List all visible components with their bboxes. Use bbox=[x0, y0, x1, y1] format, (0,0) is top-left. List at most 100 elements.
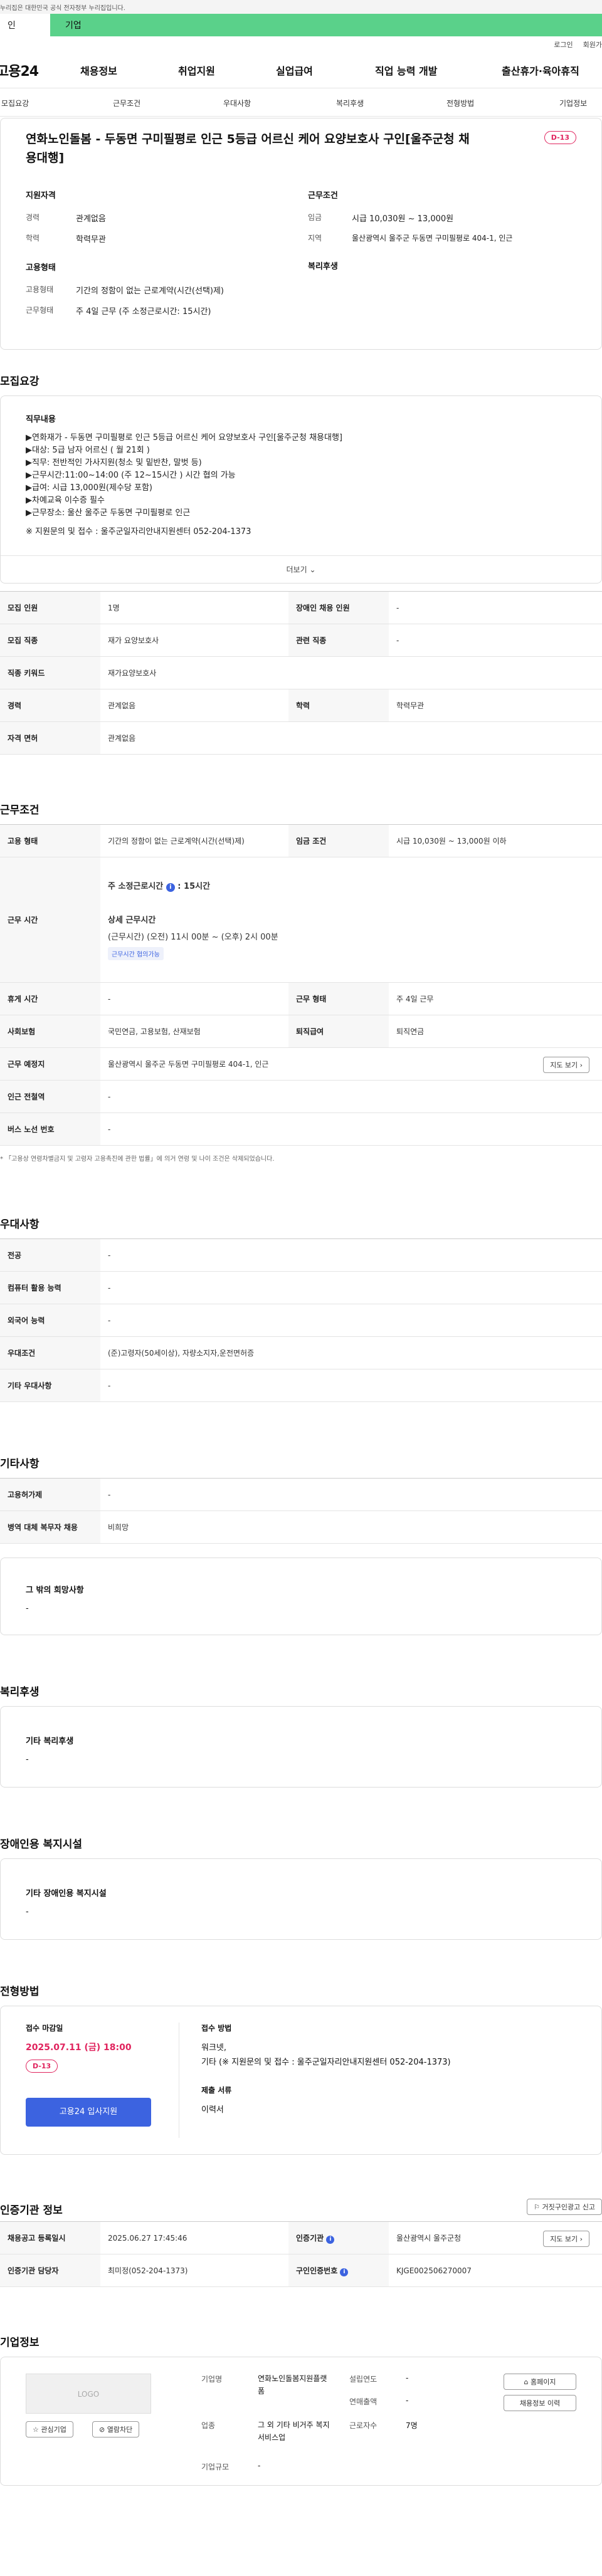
row-value: 비희망 bbox=[100, 1511, 602, 1544]
row-header: 고용 형태 bbox=[0, 824, 100, 857]
work-hours-cell: 주 소정근로시간 i : 15시간 상세 근무시간 (근무시간) (오전) 11… bbox=[100, 857, 602, 983]
table-row: 버스 노선 번호 - bbox=[0, 1113, 602, 1146]
row-value: 관계없음 bbox=[100, 689, 288, 722]
company-title: 기업정보 bbox=[0, 2337, 40, 2349]
career-value: 관계없음 bbox=[76, 214, 106, 224]
nav-jobs[interactable]: 채용정보 bbox=[80, 63, 117, 78]
row-header: 인증기관 i bbox=[288, 2221, 389, 2254]
tab-preferences[interactable]: 우대사항 bbox=[223, 98, 251, 108]
row-value: 국민연금, 고용보험, 산재보험 bbox=[100, 1015, 288, 1048]
fav-company-button[interactable]: ☆ 관심기업 bbox=[26, 2421, 73, 2437]
tab-company[interactable]: 기업정보 bbox=[559, 98, 587, 108]
disabled-value: - bbox=[26, 1907, 29, 1917]
more-button[interactable]: 더보기 ⌄ bbox=[1, 555, 601, 583]
row-value: 2025.06.27 17:45:46 bbox=[100, 2221, 288, 2254]
method-value-1: 워크넷, bbox=[201, 2043, 227, 2053]
cert-title: 인증기관 정보 bbox=[0, 2204, 63, 2217]
block-icon: ⊘ bbox=[99, 2426, 105, 2434]
duty-lines: ▶연화재가 - 두동면 구미필평로 인근 5등급 어르신 케어 요양보호사 구인… bbox=[26, 432, 576, 538]
table-row: 자격 면허 관계없음 bbox=[0, 721, 602, 755]
revenue-value: - bbox=[406, 2396, 409, 2405]
gov-banner: 누리집은 대한민국 공식 전자정부 누리집입니다. bbox=[0, 0, 602, 14]
row-header: 인증기관 담당자 bbox=[0, 2254, 100, 2287]
cert-org-value: 울산광역시 울주군청 bbox=[396, 2234, 462, 2243]
map-button[interactable]: 지도 보기 › bbox=[543, 1057, 589, 1073]
conditions-table: 고용 형태 기간의 정함이 없는 근로계약(시간(선택)제) 임금 조건 시급 10,… bbox=[0, 824, 602, 1146]
row-header: 휴게 시간 bbox=[0, 982, 100, 1015]
tab-recruit[interactable]: 모집요강 bbox=[1, 98, 29, 108]
welfare-title: 복리후생 bbox=[308, 262, 338, 271]
nav-employment-support[interactable]: 취업지원 bbox=[178, 63, 215, 78]
duty-card: 직무내용 ▶연화재가 - 두동면 구미필평로 인근 5등급 어르신 케어 요양보… bbox=[0, 395, 602, 584]
info-icon[interactable]: i bbox=[326, 2235, 335, 2244]
table-row: 컴퓨터 활용 능력 - bbox=[0, 1271, 602, 1304]
duty-line: ▶직무: 전반적인 가사지원(청소 및 밑반찬, 말벗 등) bbox=[26, 458, 202, 468]
table-row: 근무 예정지 울산광역시 울주군 두동면 구미필평로 404-1, 인근 지도 보기… bbox=[0, 1047, 602, 1081]
employees-value: 7명 bbox=[406, 2421, 418, 2430]
nav-parental-leave[interactable]: 출산휴가·육아휴직 bbox=[502, 63, 579, 78]
industry-label: 업종 bbox=[201, 2421, 216, 2430]
company-name-label: 기업명 bbox=[201, 2375, 223, 2384]
career-label: 경력 bbox=[26, 213, 40, 222]
report-button[interactable]: ⚐ 거짓구인광고 신고 bbox=[527, 2199, 602, 2215]
tab-conditions[interactable]: 근무조건 bbox=[113, 98, 140, 108]
area-value: 울산광역시 울주군 두동면 구미필평로 404-1, 인근 bbox=[352, 234, 513, 243]
recruit-title: 모집요강 bbox=[0, 375, 40, 388]
negotiable-tag: 근무시간 협의가능 bbox=[108, 947, 164, 960]
row-value: - bbox=[100, 1080, 602, 1113]
homepage-button[interactable]: ⌂ 홈페이지 bbox=[504, 2374, 576, 2390]
wage-label: 임금 bbox=[308, 213, 322, 222]
nav-unemployment-benefit[interactable]: 실업급여 bbox=[276, 63, 313, 78]
tab-corporate[interactable]: 기업 bbox=[50, 14, 602, 36]
report-icon: ⚐ bbox=[534, 2203, 541, 2211]
apply-button[interactable]: 고용24 입사지원 bbox=[26, 2098, 151, 2127]
table-row: 전공 - bbox=[0, 1238, 602, 1272]
row-header: 고용허가제 bbox=[0, 1478, 100, 1511]
duty-line: ▶급여: 시급 13,000원(제수당 포함) bbox=[26, 483, 153, 493]
row-header: 장애인 채용 인원 bbox=[288, 591, 389, 624]
info-icon[interactable]: i bbox=[166, 883, 175, 892]
founded-label: 설립연도 bbox=[349, 2375, 378, 2384]
home-icon: ⌂ bbox=[524, 2378, 529, 2386]
job-history-button[interactable]: 채용정보 이력 bbox=[504, 2395, 576, 2411]
table-row: 직종 키워드 재가요양보호사 bbox=[0, 656, 602, 689]
row-value: - bbox=[100, 982, 288, 1015]
info-icon[interactable]: i bbox=[340, 2268, 349, 2276]
row-value: 최미정(052-204-1373) bbox=[100, 2254, 288, 2287]
table-row: 기타 우대사항 - bbox=[0, 1369, 602, 1402]
join-link[interactable]: 회원가 bbox=[583, 39, 602, 50]
table-row: 우대조건 (준)고령자(50세이상), 자량소지자,운전면허증 bbox=[0, 1336, 602, 1369]
row-value: KJGE002506270007 bbox=[389, 2254, 602, 2287]
welfare-sub: 기타 복리후생 bbox=[26, 1737, 74, 1746]
section-tabs: 모집요강 근무조건 우대사항 복리후생 전형방법 기업정보 bbox=[0, 88, 602, 117]
block-button[interactable]: ⊘ 열람차단 bbox=[92, 2421, 140, 2437]
emptype-label: 고용형태 bbox=[26, 285, 54, 294]
docs-value: 이력서 bbox=[201, 2105, 224, 2115]
wage-value: 시급 10,030원 ~ 13,000원 bbox=[352, 214, 454, 224]
founded-value: - bbox=[406, 2374, 409, 2382]
nav-training[interactable]: 직업 능력 개발 bbox=[375, 63, 437, 78]
tab-personal[interactable]: 인 bbox=[0, 14, 50, 36]
row-header: 경력 bbox=[0, 689, 100, 722]
login-link[interactable]: 로그인 bbox=[554, 39, 573, 50]
emptype-value: 기간의 정함이 없는 근로계약(시간(선택)제) bbox=[76, 286, 224, 296]
size-value: - bbox=[258, 2461, 261, 2470]
row-value: - bbox=[100, 1304, 602, 1337]
row-value: - bbox=[100, 1113, 602, 1146]
cert-map-button[interactable]: 지도 보기 › bbox=[543, 2231, 589, 2247]
emp-title: 고용형태 bbox=[26, 263, 56, 273]
duty-line: ▶근무시간:11:00~14:00 (주 12~15시간 ) 시간 협의 가능 bbox=[26, 471, 236, 480]
disabled-card: 기타 장애인용 복지시설 - bbox=[0, 1858, 602, 1940]
table-row: 외국어 능력 - bbox=[0, 1304, 602, 1337]
area-label: 지역 bbox=[308, 234, 322, 243]
utility-links: 로그인 회원가 bbox=[0, 36, 602, 53]
qual-title: 지원자격 bbox=[26, 191, 56, 201]
row-header: 버스 노선 번호 bbox=[0, 1113, 100, 1146]
row-value: 시급 10,030원 ~ 13,000원 이하 bbox=[389, 824, 602, 857]
tab-process[interactable]: 전형방법 bbox=[446, 98, 474, 108]
site-logo[interactable]: 고용24 bbox=[0, 60, 39, 80]
table-row: 모집 직종 재가 요양보호사 관련 직종 - bbox=[0, 624, 602, 657]
row-header: 외국어 능력 bbox=[0, 1304, 100, 1337]
tab-welfare[interactable]: 복리후생 bbox=[336, 98, 364, 108]
row-value: - bbox=[100, 1238, 602, 1272]
